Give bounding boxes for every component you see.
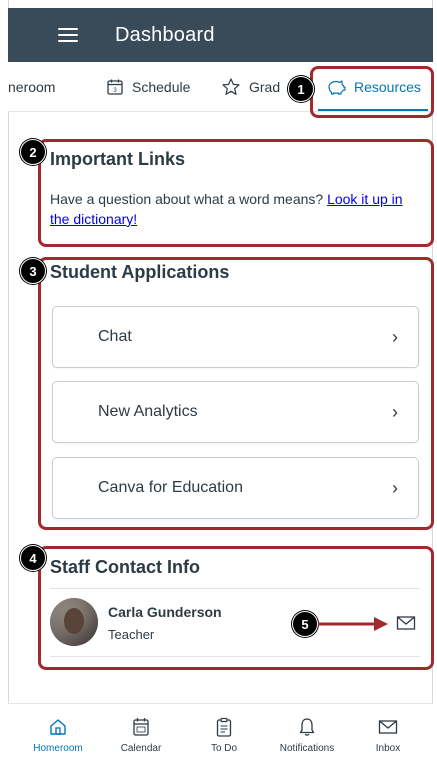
nav-label: To Do <box>210 743 238 754</box>
star-icon <box>221 77 241 97</box>
app-item-label: Canva for Education <box>98 479 243 496</box>
mail-icon[interactable] <box>396 614 416 637</box>
staff-divider <box>50 588 420 589</box>
callout-badge-4: 4 <box>20 545 46 571</box>
tab-label: neroom <box>8 79 56 95</box>
app-bar: Dashboard <box>8 8 433 62</box>
student-apps-title: Student Applications <box>50 262 230 282</box>
contact-name: Carla Gunderson <box>108 604 222 620</box>
callout-badge-1: 1 <box>288 76 314 102</box>
important-links-description: Have a question about what a word means? <box>50 191 324 207</box>
bottom-navigation: Homeroom Calendar To Do Notifications In… <box>8 703 433 765</box>
nav-todo[interactable]: To Do <box>184 716 264 754</box>
app-item-canva[interactable]: Canva for Education › <box>52 457 419 519</box>
staff-contact-title: Staff Contact Info <box>50 557 200 577</box>
tab-label: Grad <box>249 79 281 95</box>
callout-badge-3: 3 <box>20 258 46 284</box>
contact-role: Teacher <box>108 627 155 642</box>
app-item-label: Chat <box>98 328 132 345</box>
callout-arrow <box>318 617 388 631</box>
svg-text:3: 3 <box>113 88 117 94</box>
nav-label: Homeroom <box>33 743 83 754</box>
tab-grades[interactable]: Grad <box>221 62 281 111</box>
tab-label: Schedule <box>132 79 191 95</box>
chevron-right-icon: › <box>392 477 398 498</box>
nav-calendar[interactable]: Calendar <box>101 716 181 754</box>
chevron-right-icon: › <box>392 326 398 347</box>
hamburger-menu-icon[interactable] <box>58 28 78 42</box>
nav-label: Notifications <box>279 743 335 754</box>
app-item-chat[interactable]: Chat › <box>52 306 419 368</box>
important-links-title: Important Links <box>50 149 186 169</box>
callout-badge-5: 5 <box>292 611 318 637</box>
callout-box-1 <box>310 66 434 118</box>
nav-notifications[interactable]: Notifications <box>267 716 347 754</box>
staff-divider-bottom <box>50 656 420 657</box>
clipboard-icon <box>184 716 264 738</box>
app-item-label: New Analytics <box>98 403 198 420</box>
nav-inbox[interactable]: Inbox <box>348 716 428 754</box>
calendar-icon: 3 <box>106 78 124 96</box>
avatar <box>50 598 98 646</box>
mail-icon <box>348 716 428 738</box>
chevron-right-icon: › <box>392 401 398 422</box>
calendar-icon <box>101 716 181 738</box>
important-links-text: Have a question about what a word means?… <box>50 189 420 229</box>
callout-badge-2: 2 <box>20 139 46 165</box>
nav-label: Calendar <box>120 743 162 754</box>
bell-icon <box>267 716 347 738</box>
home-icon <box>18 716 98 738</box>
tab-homeroom[interactable]: neroom <box>8 62 56 111</box>
page-title: Dashboard <box>115 23 215 46</box>
app-item-new-analytics[interactable]: New Analytics › <box>52 381 419 443</box>
nav-homeroom[interactable]: Homeroom <box>18 716 98 754</box>
nav-label: Inbox <box>375 743 401 754</box>
tab-schedule[interactable]: 3 Schedule <box>106 62 191 111</box>
